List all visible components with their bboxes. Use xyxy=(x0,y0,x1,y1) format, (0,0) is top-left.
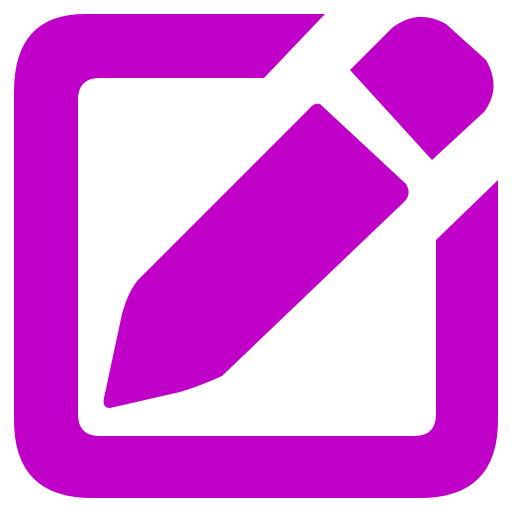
edit-icon-graphic xyxy=(14,14,498,498)
pencil-cap-shape xyxy=(350,16,494,161)
edit-icon[interactable] xyxy=(0,0,512,512)
pencil-body-shape xyxy=(103,103,409,408)
